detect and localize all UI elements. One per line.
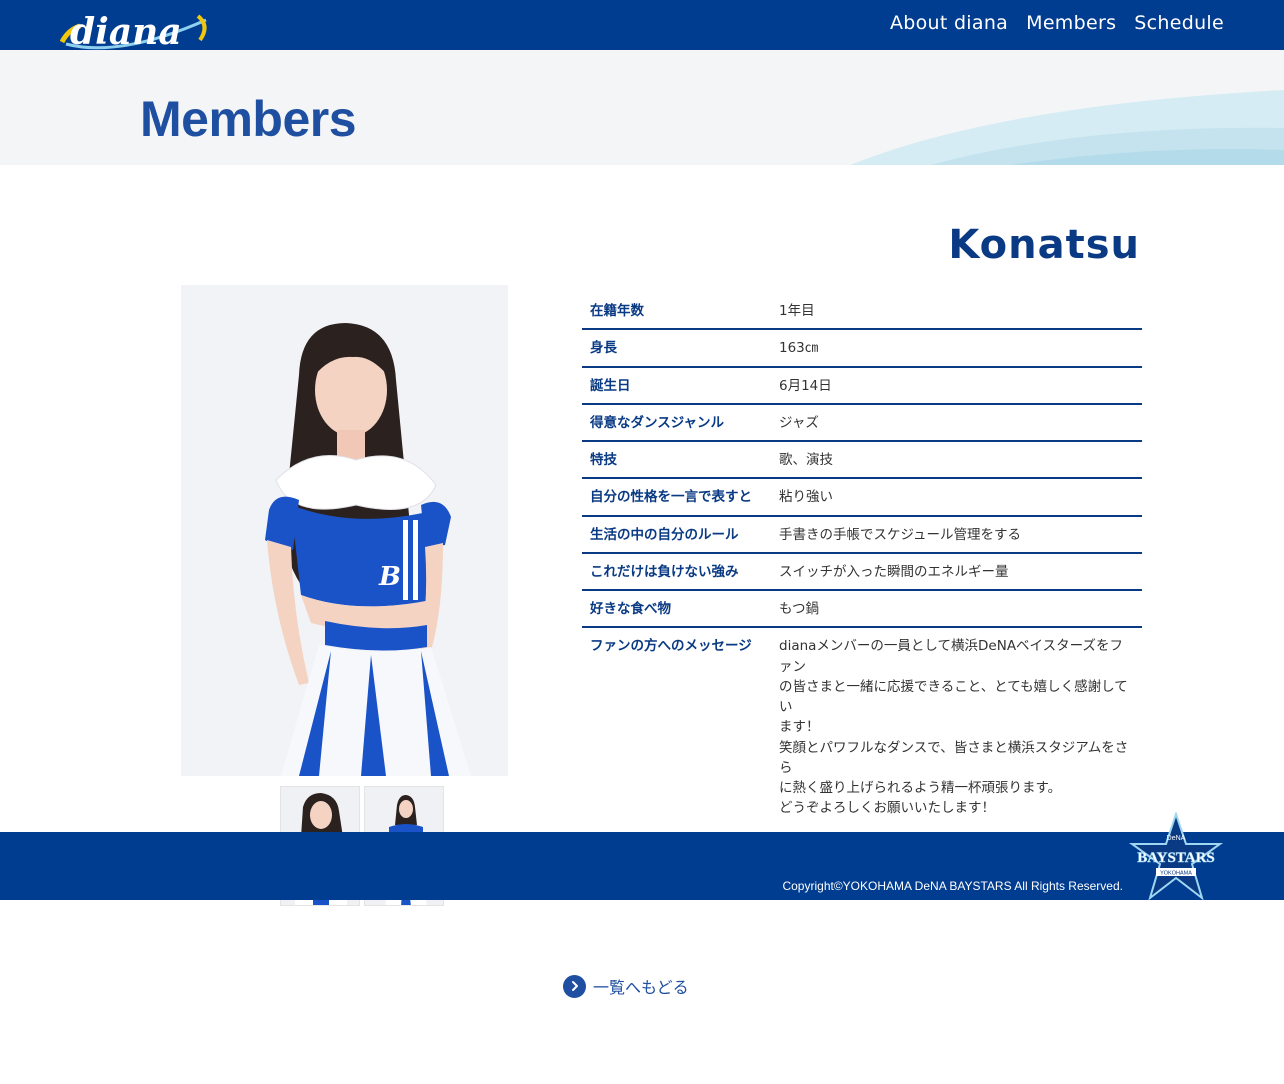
fan-message-line: の皆さまと一緒に応援できること、とても嬉しく感謝してい (779, 678, 1128, 715)
profile-key: 自分の性格を一言で表すと (582, 478, 771, 517)
copyright-text: Copyright©YOKOHAMA DeNA BAYSTARS All Rig… (782, 879, 1123, 893)
profile-key: 生活の中の自分のルール (582, 515, 771, 554)
profile-value: スイッチが入った瞬間のエネルギー量 (771, 552, 1142, 592)
profile-value: もつ鍋 (771, 590, 1142, 629)
fan-message-line: 笑顔とパワフルなダンスで、皆さまと横浜スタジアムをさら (779, 739, 1129, 776)
logo-text: diana (70, 11, 182, 53)
baystars-logo[interactable]: DeNA BAYSTARS YOKOHAMA (1128, 812, 1224, 902)
profile-row: 身長 163㎝ (582, 329, 1142, 368)
main-nav: About diana Members Schedule (890, 12, 1224, 34)
profile-row: これだけは負けない強み スイッチが入った瞬間のエネルギー量 (582, 552, 1142, 592)
fan-message-line: に熱く盛り上げられるよう精一杯頑張ります。 (779, 780, 1062, 796)
site-footer: Copyright©YOKOHAMA DeNA BAYSTARS All Rig… (0, 812, 1284, 901)
page-title: Members (140, 91, 357, 147)
fan-message-line: どうぞよろしくお願いいたします！ (779, 800, 995, 817)
profile-row: 生活の中の自分のルール 手書きの手帳でスケジュール管理をする (582, 515, 1142, 554)
fan-message: dianaメンバーの一員として横浜DeNAベイスターズをファン の皆さまと一緒に… (771, 627, 1142, 825)
profile-value: ジャズ (771, 403, 1142, 443)
back-to-list-link[interactable]: 一覧へもどる (563, 974, 689, 998)
profile-value: 6月14日 (771, 366, 1142, 405)
logo-main-text: BAYSTARS (1137, 850, 1215, 866)
profile-row: 在籍年数 1年目 (582, 293, 1142, 331)
profile-key: ファンの方へのメッセージ (590, 638, 752, 655)
profile-table: 在籍年数 1年目 身長 163㎝ 誕生日 6月14日 得意なダンスジャンル ジャ… (582, 293, 1142, 826)
profile-key: 特技 (582, 441, 771, 480)
nav-schedule[interactable]: Schedule (1134, 12, 1224, 34)
member-photo: B (181, 285, 508, 776)
back-to-list-label: 一覧へもどる (593, 978, 689, 997)
profile-value: 歌、演技 (771, 441, 1142, 480)
member-name: Konatsu (948, 222, 1140, 268)
profile-key: 身長 (582, 329, 771, 368)
profile-value: 163㎝ (771, 329, 1142, 368)
nav-members[interactable]: Members (1026, 12, 1116, 34)
fan-message-line: ます！ (779, 719, 820, 736)
profile-key: これだけは負けない強み (582, 552, 771, 592)
profile-value: 1年目 (771, 293, 1142, 331)
nav-about-diana[interactable]: About diana (890, 12, 1008, 34)
profile-key: 在籍年数 (582, 293, 771, 331)
site-header: diana About diana Members Schedule (0, 0, 1284, 53)
page-banner: Members (0, 50, 1284, 165)
profile-value: 手書きの手帳でスケジュール管理をする (771, 515, 1142, 554)
profile-row: 特技 歌、演技 (582, 441, 1142, 480)
svg-text:B: B (378, 562, 401, 592)
profile-key: 得意なダンスジャンル (582, 403, 771, 443)
logo-bottom-text: YOKOHAMA (1160, 871, 1192, 877)
profile-key: 誕生日 (582, 366, 771, 405)
profile-value: 粘り強い (771, 478, 1142, 517)
logo-top-text: DeNA (1167, 835, 1186, 842)
profile-key: 好きな食べ物 (582, 590, 771, 629)
chevron-right-icon (563, 974, 586, 998)
profile-row: 自分の性格を一言で表すと 粘り強い (582, 478, 1142, 517)
profile-row: 好きな食べ物 もつ鍋 (582, 590, 1142, 629)
profile-row: 誕生日 6月14日 (582, 366, 1142, 405)
profile-row: 得意なダンスジャンル ジャズ (582, 403, 1142, 443)
profile-row-message: ファンの方へのメッセージ dianaメンバーの一員として横浜DeNAベイスターズ… (582, 627, 1142, 825)
member-photo-illustration: B (265, 323, 471, 776)
fan-message-line: dianaメンバーの一員として横浜DeNAベイスターズをファン (779, 638, 1123, 675)
